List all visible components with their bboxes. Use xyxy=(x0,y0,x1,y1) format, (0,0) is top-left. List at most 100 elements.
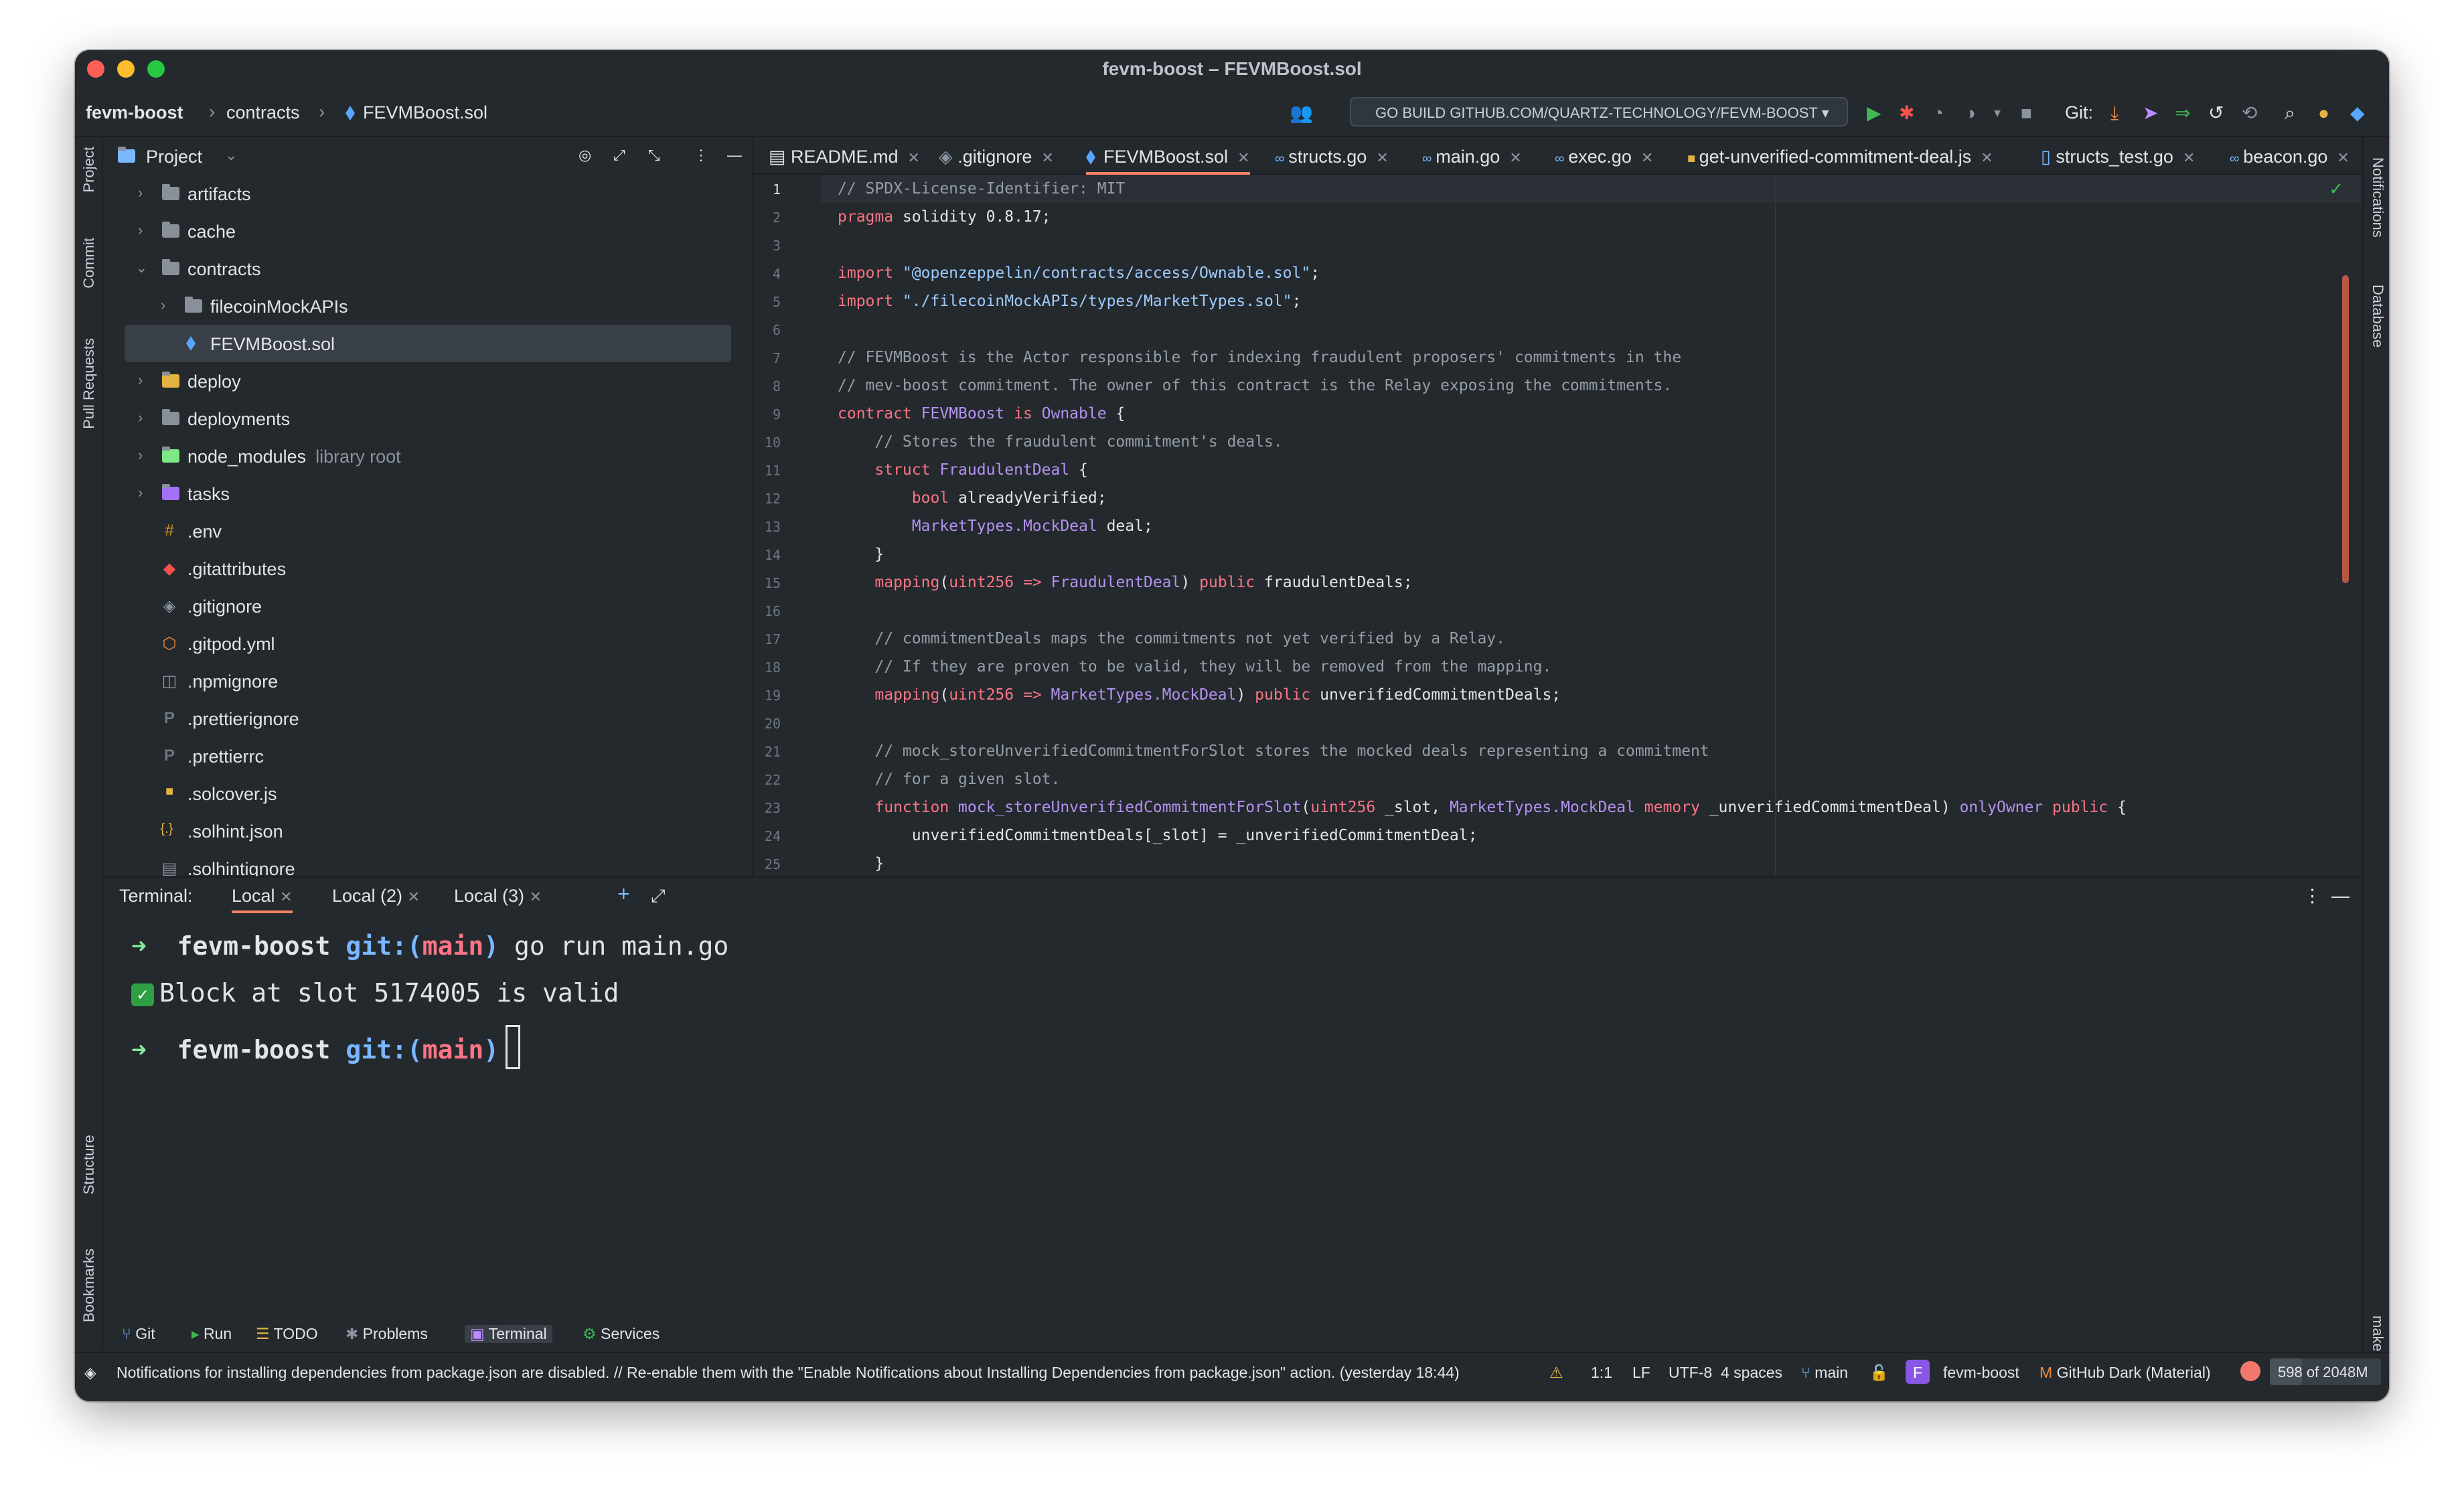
project-name[interactable]: fevm-boost xyxy=(1943,1364,2019,1382)
make-tool-button[interactable]: make xyxy=(2369,1316,2386,1352)
indent-setting[interactable]: 4 spaces xyxy=(1721,1364,1782,1382)
locate-file-icon[interactable]: ◎ xyxy=(579,147,591,164)
breadcrumb-project[interactable]: fevm-boost xyxy=(86,102,183,123)
editor-scrollbar-marker[interactable] xyxy=(2342,275,2349,583)
chevron-right-icon[interactable]: › xyxy=(138,372,143,389)
chevron-down-icon[interactable]: ⌄ xyxy=(225,147,237,164)
git-branch-widget[interactable]: ⑂ main xyxy=(1801,1364,1848,1382)
services-tool-button[interactable]: ⚙ Services xyxy=(583,1325,660,1343)
line-ending[interactable]: LF xyxy=(1632,1364,1650,1382)
memory-indicator[interactable]: 598 of 2048M xyxy=(2270,1358,2381,1385)
git-update-icon[interactable]: ⤓ xyxy=(2110,104,2119,123)
code-editor[interactable]: 1 2 3 4 5 6 7 8 9 10 11 12 13 14 15 16 1… xyxy=(754,175,2362,876)
tree-item-filecoinmockapis[interactable]: › filecoinMockAPIs xyxy=(104,287,753,325)
git-push-icon[interactable]: ➤ xyxy=(2143,104,2158,123)
close-tab-icon[interactable]: ✕ xyxy=(1041,149,1053,166)
chevron-right-icon[interactable]: › xyxy=(138,184,143,202)
ide-logo-icon[interactable]: ◆ xyxy=(2350,104,2365,123)
tab-beacon-go[interactable]: ∞ beacon.go ✕ xyxy=(2230,137,2350,175)
collapse-all-icon[interactable]: ⤡ xyxy=(648,147,660,164)
terminal-tool-button[interactable]: ▣ Terminal xyxy=(465,1325,552,1343)
chevron-down-icon[interactable]: ⌄ xyxy=(135,259,147,276)
tree-item-contracts[interactable]: ⌄ contracts xyxy=(104,250,753,287)
run-configuration-selector[interactable]: GO BUILD GITHUB.COM/QUARTZ-TECHNOLOGY/FE… xyxy=(1350,97,1848,127)
project-view-title[interactable]: Project xyxy=(146,147,202,167)
tree-item-deploy[interactable]: › deploy xyxy=(104,362,753,400)
tree-item-deployments[interactable]: › deployments xyxy=(104,400,753,437)
bookmarks-tool-button[interactable]: Bookmarks xyxy=(80,1249,98,1322)
expand-all-icon[interactable]: ⤢ xyxy=(613,147,625,164)
pull-requests-tool-button[interactable]: Pull Requests xyxy=(80,338,98,429)
notifications-tool-button[interactable]: Notifications xyxy=(2369,157,2386,238)
chevron-right-icon[interactable]: › xyxy=(161,297,165,314)
tab-gitignore[interactable]: ◈ .gitignore ✕ xyxy=(939,137,1054,175)
tree-item-node-modules[interactable]: › node_modules library root xyxy=(104,437,753,475)
profiler-icon[interactable]: ◑ xyxy=(1965,104,1976,123)
close-tab-icon[interactable]: ✕ xyxy=(408,888,420,905)
layers-icon[interactable]: ◈ xyxy=(84,1364,96,1382)
lock-icon[interactable]: 🔓 xyxy=(1869,1364,1889,1382)
tree-item-artifacts[interactable]: › artifacts xyxy=(104,175,753,212)
rollback-icon[interactable]: ⟲ xyxy=(2242,104,2257,123)
maximize-terminal-icon[interactable]: ⤢ xyxy=(651,886,666,907)
tree-item-prettierrc[interactable]: P .prettierrc xyxy=(104,737,753,775)
terminal-options-icon[interactable]: ⋮ xyxy=(2303,886,2321,906)
debug-icon[interactable]: ✱ xyxy=(1899,104,1914,123)
coverage-icon[interactable]: ◔ xyxy=(1932,104,1944,123)
tree-item-solhint-json[interactable]: {.} .solhint.json xyxy=(104,812,753,850)
hide-panel-icon[interactable]: — xyxy=(727,147,742,164)
database-tool-button[interactable]: Database xyxy=(2369,285,2386,347)
close-tab-icon[interactable]: ✕ xyxy=(1376,149,1388,166)
file-encoding[interactable]: UTF-8 xyxy=(1669,1364,1712,1382)
tab-exec-go[interactable]: ∞ exec.go ✕ xyxy=(1555,137,1653,175)
history-icon[interactable]: ↺ xyxy=(2208,104,2224,123)
users-icon[interactable]: 👥 xyxy=(1290,104,1313,123)
chevron-right-icon[interactable]: › xyxy=(138,447,143,464)
close-tab-icon[interactable]: ✕ xyxy=(908,149,920,166)
chevron-down-icon[interactable]: ▾ xyxy=(1994,104,2001,123)
terminal-tab-local-3[interactable]: Local (3) ✕ xyxy=(454,886,542,906)
close-tab-icon[interactable]: ✕ xyxy=(2183,149,2195,166)
close-tab-icon[interactable]: ✕ xyxy=(2337,149,2349,166)
status-message[interactable]: Notifications for installing dependencie… xyxy=(117,1364,1460,1382)
caret-position[interactable]: 1:1 xyxy=(1591,1364,1612,1382)
options-icon[interactable]: ⋮ xyxy=(694,147,708,164)
theme-widget[interactable]: M GitHub Dark (Material) xyxy=(2039,1364,2211,1382)
tab-readme-md[interactable]: ▤ README.md ✕ xyxy=(769,137,920,175)
run-icon[interactable]: ▶ xyxy=(1867,104,1881,123)
close-tab-icon[interactable]: ✕ xyxy=(530,888,542,905)
chevron-right-icon[interactable]: › xyxy=(138,484,143,501)
close-tab-icon[interactable]: ✕ xyxy=(1641,149,1653,166)
run-tool-button[interactable]: ▸ Run xyxy=(191,1325,232,1343)
git-tool-button[interactable]: ⑂ Git xyxy=(122,1325,155,1343)
tab-structs-go[interactable]: ∞ structs.go ✕ xyxy=(1275,137,1389,175)
tab-get-unverified-commitment-deal-js[interactable]: ■ get-unverified-commitment-deal.js ✕ xyxy=(1687,137,1993,175)
tree-item-tasks[interactable]: › tasks xyxy=(104,475,753,512)
terminal-tab-local[interactable]: Local ✕ xyxy=(232,886,293,913)
breadcrumb-folder[interactable]: contracts xyxy=(226,102,300,123)
tab-structs-test-go[interactable]: ▯ structs_test.go ✕ xyxy=(2041,137,2195,175)
updates-icon[interactable]: ● xyxy=(2318,104,2329,123)
project-tool-button[interactable]: Project xyxy=(80,147,98,192)
close-tab-icon[interactable]: ✕ xyxy=(1237,149,1249,166)
tree-item-solcover-js[interactable]: ■ .solcover.js xyxy=(104,775,753,812)
tree-item-cache[interactable]: › cache xyxy=(104,212,753,250)
close-tab-icon[interactable]: ✕ xyxy=(280,888,292,905)
new-terminal-tab-icon[interactable]: + xyxy=(617,882,630,906)
tree-item-fevmboost-sol[interactable]: FEVMBoost.sol xyxy=(125,325,731,362)
commit-tool-button[interactable]: Commit xyxy=(80,238,98,289)
no-problems-check-icon[interactable]: ✓ xyxy=(2329,179,2343,200)
tree-item-prettierignore[interactable]: P .prettierignore xyxy=(104,700,753,737)
structure-tool-button[interactable]: Structure xyxy=(80,1135,98,1194)
breadcrumb-file[interactable]: FEVMBoost.sol xyxy=(345,102,487,123)
stop-icon[interactable]: ■ xyxy=(2021,104,2032,123)
chevron-right-icon[interactable]: › xyxy=(138,409,143,426)
tree-item-gitpod-yml[interactable]: ⬡ .gitpod.yml xyxy=(104,625,753,662)
warning-icon[interactable]: ⚠ xyxy=(1549,1364,1563,1382)
close-tab-icon[interactable]: ✕ xyxy=(1981,149,1993,166)
tree-item-env[interactable]: # .env xyxy=(104,512,753,550)
tab-main-go[interactable]: ∞ main.go ✕ xyxy=(1422,137,1522,175)
git-commit-icon[interactable]: ⇒ xyxy=(2175,104,2190,123)
problems-tool-button[interactable]: ✱ Problems xyxy=(345,1325,428,1343)
hide-terminal-icon[interactable]: — xyxy=(2331,886,2350,906)
